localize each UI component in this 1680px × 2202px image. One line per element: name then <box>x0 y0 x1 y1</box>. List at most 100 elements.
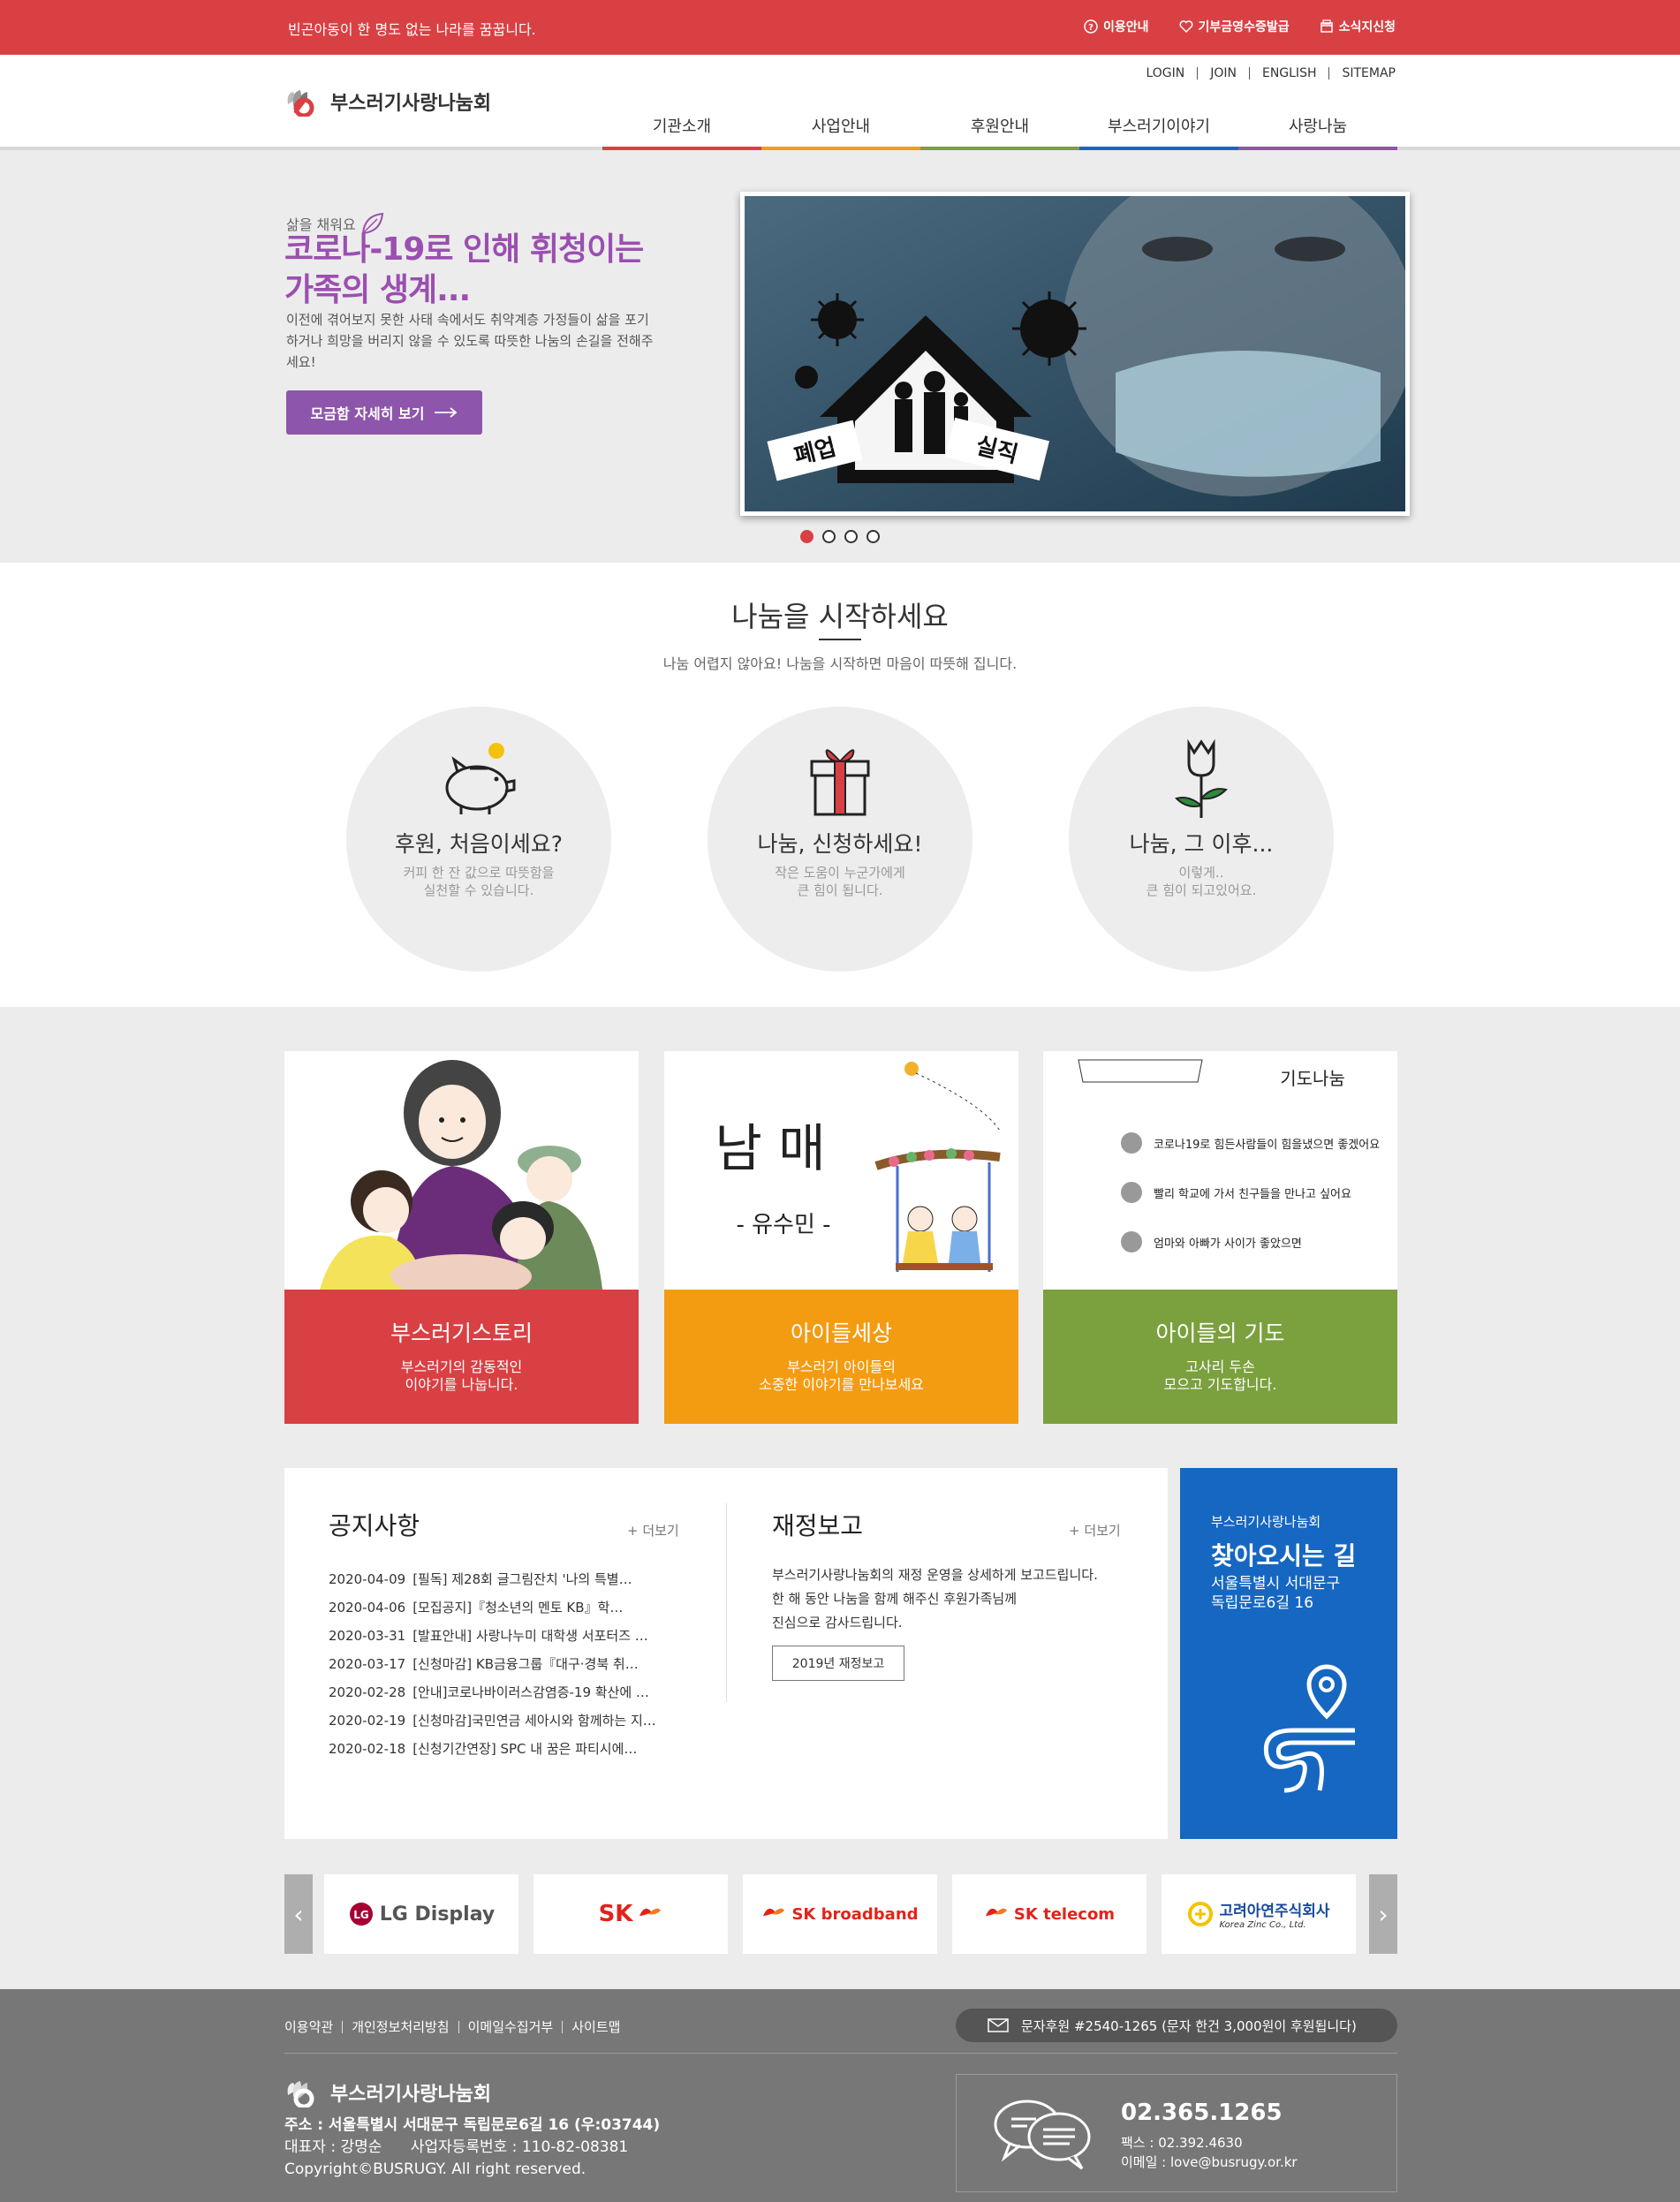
story-card[interactable]: 부스러기스토리 부스러기의 감동적인 이야기를 나눕니다. <box>284 1051 639 1424</box>
divider <box>726 1503 727 1702</box>
notice-item[interactable]: 2020-02-19 [신청마감]국민연금 세아시와 함께하는 지… <box>329 1706 691 1735</box>
partner-logo-sk-broadband[interactable]: SK broadband <box>743 1874 937 1954</box>
covid-illustration: 폐업 실직 <box>745 161 1416 511</box>
content-area: 부스러기스토리 부스러기의 감동적인 이야기를 나눕니다. 남 매 - 유수민 - <box>0 1007 1680 1989</box>
map-route-icon <box>1263 1664 1355 1793</box>
partners-prev-button[interactable]: ‹ <box>284 1874 313 1954</box>
email-address: 이메일 : love@busrugy.or.kr <box>1121 2154 1298 2170</box>
svg-text:- 유수민 -: - 유수민 - <box>736 1212 830 1238</box>
nav-sharing[interactable]: 사랑나눔 <box>1238 103 1397 150</box>
sk-butterfly-icon <box>639 1908 662 1916</box>
section-subtitle: 나눔 어렵지 않아요! 나눔을 시작하면 마음이 따뜻해 집니다. <box>662 655 1018 672</box>
nav-stories[interactable]: 부스러기이야기 <box>1079 103 1238 150</box>
notice-item[interactable]: 2020-02-28 [안내]코로나바이러스감염증-19 확산에 … <box>329 1678 691 1706</box>
footer-address: 주소 : 서울특별시 서대문구 독립문로6길 16 (우:03744) 대표자 … <box>284 2116 661 2178</box>
slider-dots <box>800 530 880 543</box>
fax-number: 팩스 : 02.392.4630 <box>1121 2135 1243 2151</box>
kids-prayer-card[interactable]: 기도나눔 코로나19로 힘든사람들이 힘을냈으면 좋겠어요 빨리 학교에 가서 … <box>1043 1051 1397 1424</box>
header: 부스러기사랑나눔회 LOGIN JOIN ENGLISH SITEMAP 기관소… <box>0 55 1680 150</box>
chat-bubbles-icon <box>994 2100 1091 2170</box>
slide-dot[interactable] <box>866 530 880 543</box>
svg-text:기도나눔: 기도나눔 <box>1280 1068 1345 1089</box>
lg-logo-icon: LG <box>349 1903 373 1926</box>
notice-item[interactable]: 2020-04-09 [필독] 제28회 글그림잔치 '나의 특별… <box>329 1565 691 1593</box>
title-underline <box>819 639 861 640</box>
join-link[interactable]: JOIN <box>1197 67 1249 79</box>
usage-guide-link[interactable]: ? 이용안내 <box>1084 18 1149 35</box>
card-title: 부스러기스토리 <box>390 1320 533 1346</box>
question-icon: ? <box>1084 19 1098 34</box>
donation-receipt-link[interactable]: 기부금영수증발급 <box>1179 18 1290 35</box>
terms-link[interactable]: 이용약관 <box>284 2021 342 2034</box>
sk-butterfly-icon <box>763 1908 785 1916</box>
notice-title: 공지사항 <box>329 1511 420 1540</box>
footer: 이용약관 개인정보처리방침 이메일수집거부 사이트맵 문자후원 #2540-12… <box>0 1989 1680 2202</box>
svg-text:?: ? <box>1088 23 1094 33</box>
hero-description: 이전에 겪어보지 못한 사태 속에서도 취약계층 가정들이 삶을 포기하거나 희… <box>286 312 654 370</box>
partners-next-button[interactable]: › <box>1369 1874 1397 1954</box>
finance-more-link[interactable]: + 더보기 <box>1069 1521 1121 1540</box>
newsletter-link[interactable]: 소식지신청 <box>1320 18 1396 35</box>
finance-report-button[interactable]: 2019년 재정보고 <box>772 1646 904 1681</box>
section-title: 나눔을 시작하세요 <box>731 600 949 633</box>
login-link[interactable]: LOGIN <box>1133 67 1197 79</box>
slogan: 빈곤아동이 한 명도 없는 나라를 꿈꿉니다. <box>288 21 536 38</box>
slide-dot[interactable] <box>800 530 814 543</box>
kids-world-card[interactable]: 남 매 - 유수민 - 아이들세상 부스러기 아이들의 소중한 이야기를 만나보세… <box>664 1051 1018 1424</box>
footer-divider <box>284 2053 1397 2054</box>
footer-logo: 부스러기사랑나눔회 <box>284 2077 491 2107</box>
top-bar: 빈곤아동이 한 명도 없는 나라를 꿈꿉니다. ? 이용안내 기부금영수증발급 … <box>0 0 1680 55</box>
finance-description: 부스러기사랑나눔회의 재정 운영을 상세하게 보고드립니다. 한 해 동안 나눔을… <box>772 1567 1098 1631</box>
heart-icon <box>1179 20 1193 34</box>
logo-hands-icon <box>287 2081 314 2107</box>
site-logo[interactable]: 부스러기사랑나눔회 <box>284 87 491 117</box>
nav-support[interactable]: 후원안내 <box>920 103 1079 150</box>
after-sharing-circle[interactable]: 나눔, 그 이후... 이렇게.. 큰 힘이 되고있어요. <box>1069 707 1334 972</box>
partner-logo-korea-zinc[interactable]: 고려아연주식회사 Korea Zinc Co., Ltd. <box>1162 1874 1356 1954</box>
partner-logo-sk-telecom[interactable]: SK telecom <box>952 1874 1146 1954</box>
svg-text:코로나19로 힘든사람들이 힘을냈으면 좋겠어요: 코로나19로 힘든사람들이 힘을냈으면 좋겠어요 <box>1154 1139 1380 1152</box>
privacy-link[interactable]: 개인정보처리방침 <box>342 2021 458 2034</box>
notice-item[interactable]: 2020-04-06 [모집공지]『청소년의 멘토 KB』학… <box>329 1593 691 1622</box>
notice-item[interactable]: 2020-02-18 [신청기간연장] SPC 내 꿈은 파티시에… <box>329 1735 691 1763</box>
notice-more-link[interactable]: + 더보기 <box>627 1521 679 1540</box>
arrow-right-icon <box>435 407 458 418</box>
directions-title: 찾아오시는 길 <box>1211 1541 1357 1570</box>
sk-butterfly-icon <box>985 1908 1007 1916</box>
notice-item[interactable]: 2020-03-17 [신청마감] KB금융그룹『대구·경북 취… <box>329 1650 691 1678</box>
phone-number: 02.365.1265 <box>1121 2100 1283 2126</box>
kids-drawing: 남 매 - 유수민 - <box>664 1051 1018 1290</box>
directions-box[interactable]: 부스러기사랑나눔회 찾아오시는 길 서울특별시 서대문구 독립문로6길 16 <box>1180 1468 1397 1839</box>
apply-sharing-circle[interactable]: 나눔, 신청하세요! 작은 도움이 누군가에게 큰 힘이 됩니다. <box>708 707 972 972</box>
mail-icon <box>1320 19 1333 33</box>
flower-icon <box>1175 738 1228 818</box>
partner-logo-lg-display[interactable]: LG LG Display <box>324 1874 518 1954</box>
svg-text:남 매: 남 매 <box>715 1118 825 1178</box>
prayer-drawing: 기도나눔 코로나19로 힘든사람들이 힘을냈으면 좋겠어요 빨리 학교에 가서 … <box>1043 1051 1397 1290</box>
nav-business[interactable]: 사업안내 <box>761 103 920 150</box>
partner-logo-sk[interactable]: SK <box>534 1874 728 1954</box>
footer-sitemap-link[interactable]: 사이트맵 <box>562 2021 629 2034</box>
notice-list: 2020-04-09 [필독] 제28회 글그림잔치 '나의 특별… 2020-0… <box>329 1565 691 1763</box>
sms-donation-banner[interactable]: 문자후원 #2540-1265 (문자 한건 3,000원이 후원됩니다) <box>956 2009 1397 2042</box>
footer-links: 이용약관 개인정보처리방침 이메일수집거부 사이트맵 <box>284 2021 629 2034</box>
email-refusal-link[interactable]: 이메일수집거부 <box>458 2021 563 2034</box>
svg-text:엄마와 아빠가 사이가 좋았으면: 엄마와 아빠가 사이가 좋았으면 <box>1154 1237 1302 1251</box>
gift-icon <box>810 749 870 816</box>
board-panel: 공지사항 + 더보기 2020-04-09 [필독] 제28회 글그림잔치 '나의… <box>284 1468 1168 1839</box>
slide-dot[interactable] <box>844 530 858 543</box>
contact-box: 02.365.1265 팩스 : 02.392.4630 이메일 : love@… <box>956 2074 1397 2192</box>
nav-about[interactable]: 기관소개 <box>602 103 761 150</box>
utility-menu: LOGIN JOIN ENGLISH SITEMAP <box>1133 67 1396 79</box>
korea-zinc-icon <box>1188 1902 1214 1926</box>
english-link[interactable]: ENGLISH <box>1248 67 1329 79</box>
notice-item[interactable]: 2020-03-31 [발표안내] 사랑나누미 대학생 서포터즈 … <box>329 1622 691 1650</box>
slide-dot[interactable] <box>822 530 836 543</box>
sitemap-link[interactable]: SITEMAP <box>1328 67 1396 79</box>
envelope-icon <box>988 2018 1009 2032</box>
hero-image[interactable]: 폐업 실직 <box>740 161 1416 516</box>
donation-box-button[interactable]: 모금함 자세히 보기 <box>286 390 482 435</box>
card-title: 아이들세상 <box>790 1320 892 1346</box>
main-nav: 기관소개 사업안내 후원안내 부스러기이야기 사랑나눔 <box>602 103 1397 150</box>
first-time-donor-circle[interactable]: 후원, 처음이세요? 커피 한 잔 값으로 따뜻함을 실천할 수 있습니다. <box>346 707 611 972</box>
